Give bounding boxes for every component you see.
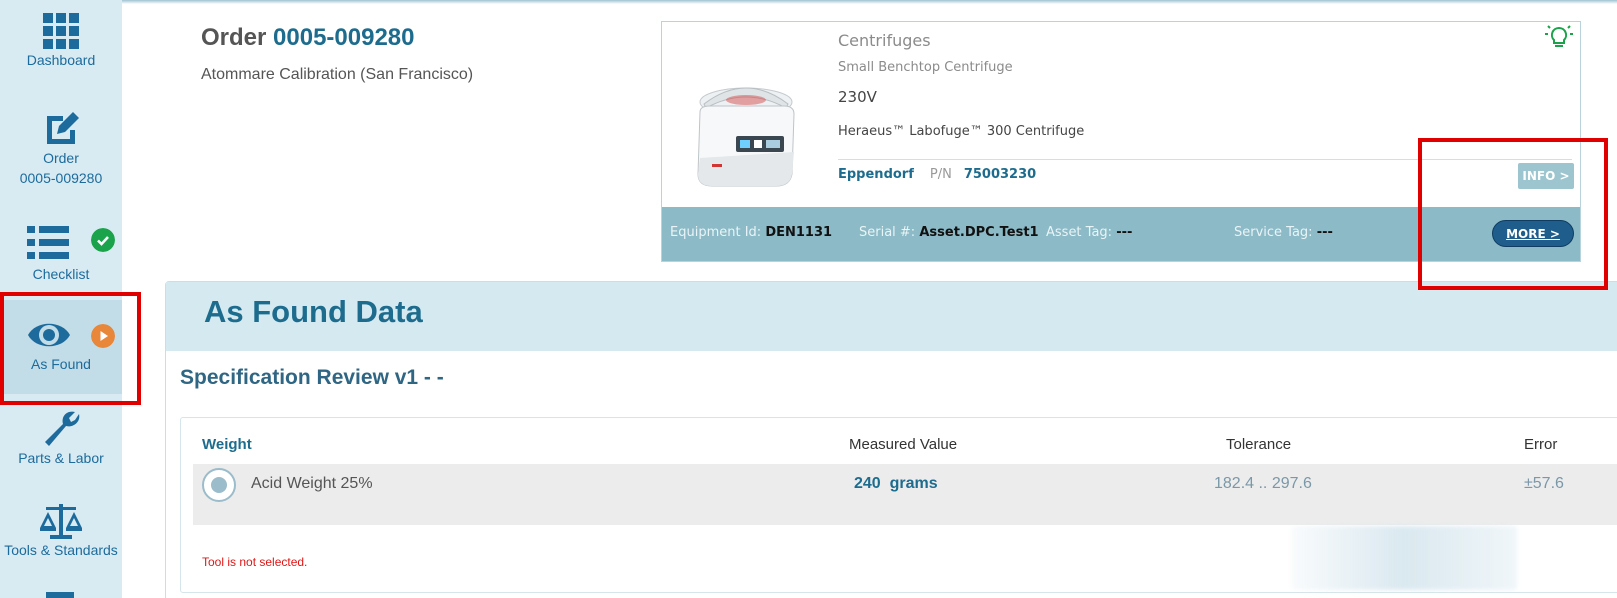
equipment-subcategory: Small Benchtop Centrifuge <box>838 60 1013 75</box>
equipment-divider <box>838 159 1572 160</box>
manufacturer-name: Eppendorf <box>838 167 914 182</box>
equipment-details-bar: Equipment Id: DEN1131 Serial #: Asset.DP… <box>662 207 1580 261</box>
blurred-region <box>1291 526 1517 590</box>
serial-value: Asset.DPC.Test1 <box>919 225 1039 240</box>
order-subtitle: Atommare Calibration (San Francisco) <box>201 66 474 83</box>
equipment-voltage: 230V <box>838 88 877 106</box>
sidebar-item-checklist[interactable]: Checklist <box>0 224 122 284</box>
pn-label: P/N <box>929 167 952 182</box>
table-row[interactable]: Acid Weight 25% 240 grams 182.4 .. 297.6… <box>193 464 1617 525</box>
grid-icon <box>43 13 79 49</box>
sidebar-item-label: Dashboard <box>26 52 96 68</box>
sidebar-item-as-found[interactable]: As Found <box>0 300 122 394</box>
order-number: 0005-009280 <box>273 24 415 51</box>
specification-title: Specification Review v1 - - <box>180 366 444 389</box>
serial-field: Serial #: Asset.DPC.Test1 <box>859 225 1039 240</box>
sidebar-item-label-order-number: 0005-009280 <box>19 170 103 186</box>
sidebar-item-tools-standards[interactable]: Tools & Standards <box>0 502 122 560</box>
service-tag-value: --- <box>1316 225 1333 240</box>
column-header-error: Error <box>1524 436 1558 453</box>
service-tag-field: Service Tag: --- <box>1234 225 1333 240</box>
next-nav-icon-partial <box>46 592 74 598</box>
sidebar-item-label: Order <box>43 150 79 166</box>
page-title: Order 0005-009280 <box>201 24 415 52</box>
panel-header: As Found Data <box>166 282 1617 351</box>
equipment-card: Centrifuges Small Benchtop Centrifuge 23… <box>661 21 1581 262</box>
play-circle-icon <box>91 324 115 348</box>
eye-icon <box>28 323 70 347</box>
column-header-weight: Weight <box>202 436 252 453</box>
sidebar-item-label: Checklist <box>32 266 90 282</box>
sidebar-item-order[interactable]: Order 0005-009280 <box>0 108 122 188</box>
order-prefix: Order <box>201 24 267 51</box>
equipment-model: Heraeus™ Labofuge™ 300 Centrifuge <box>838 124 1085 139</box>
equipment-category: Centrifuges <box>838 31 931 50</box>
more-button[interactable]: MORE > <box>1492 220 1574 247</box>
service-tag-label: Service Tag: <box>1234 225 1313 240</box>
wrench-icon <box>45 411 80 446</box>
sidebar-nav: Dashboard Order 0005-009280 Checklist As… <box>0 0 122 598</box>
equipment-manufacturer-line: Eppendorf P/N 75003230 <box>838 167 1036 182</box>
as-found-panel: As Found Data Specification Review v1 - … <box>165 281 1617 598</box>
column-header-measured: Measured Value <box>849 436 958 453</box>
sidebar-item-label: As Found <box>31 356 91 372</box>
panel-title: As Found Data <box>204 294 423 329</box>
row-name: Acid Weight 25% <box>251 475 373 492</box>
equipment-id-field: Equipment Id: DEN1131 <box>670 225 832 240</box>
list-icon <box>27 226 69 259</box>
pn-value: 75003230 <box>963 167 1037 182</box>
asset-tag-label: Asset Tag: <box>1046 225 1113 240</box>
expand-down-icon[interactable] <box>202 468 236 502</box>
sidebar-item-dashboard[interactable]: Dashboard <box>0 12 122 70</box>
asset-tag-value: --- <box>1116 225 1133 240</box>
equipment-id-value: DEN1131 <box>765 225 833 240</box>
edit-icon <box>47 112 79 144</box>
row-measured-value: 240 grams <box>854 475 938 492</box>
row-tolerance: 182.4 .. 297.6 <box>1214 475 1312 492</box>
scale-icon <box>40 504 82 539</box>
row-error: ±57.6 <box>1524 475 1564 492</box>
lightbulb-icon[interactable] <box>1544 24 1574 50</box>
sidebar-item-parts-labor[interactable]: Parts & Labor <box>0 408 122 468</box>
info-button[interactable]: INFO > <box>1518 163 1574 189</box>
specification-table: Weight Measured Value Tolerance Error Ac… <box>180 417 1617 593</box>
sidebar-item-label: Tools & Standards <box>4 542 118 558</box>
tool-warning-message: Tool is not selected. <box>202 555 308 569</box>
column-header-tolerance: Tolerance <box>1226 436 1292 453</box>
check-circle-icon <box>91 228 115 252</box>
centrifuge-image <box>697 87 795 187</box>
equipment-id-label: Equipment Id: <box>670 225 762 240</box>
asset-tag-field: Asset Tag: --- <box>1046 225 1132 240</box>
top-accent-strip <box>0 0 1617 4</box>
sidebar-item-label: Parts & Labor <box>18 450 104 466</box>
serial-label: Serial #: <box>859 225 916 240</box>
